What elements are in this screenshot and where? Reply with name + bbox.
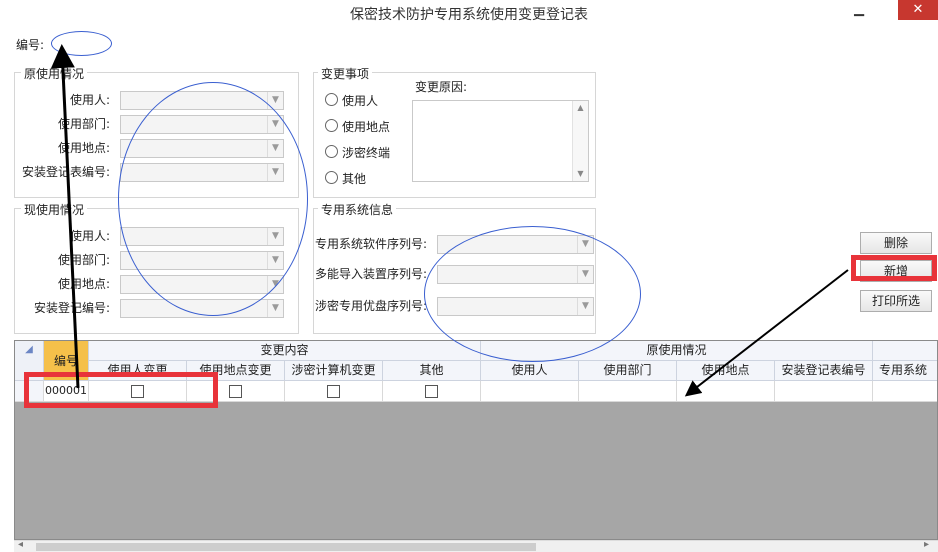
arrow-to-serial [50, 44, 80, 389]
arrow-from-add [684, 269, 849, 397]
annotation-arrows [50, 44, 849, 397]
